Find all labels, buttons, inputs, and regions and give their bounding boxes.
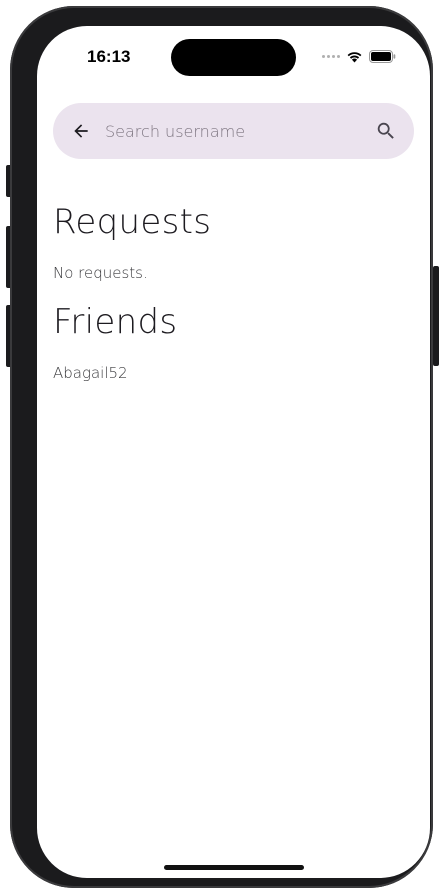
- status-icons: [322, 48, 396, 64]
- signal-dots-icon: [322, 54, 340, 58]
- friend-list-item[interactable]: Abagail52: [53, 364, 128, 382]
- dynamic-island: [171, 39, 296, 76]
- screen: 16:13 Search username Requests No reques…: [37, 26, 430, 878]
- battery-icon: [369, 49, 396, 63]
- requests-heading: Requests: [53, 202, 212, 242]
- search-bar: [53, 103, 414, 159]
- power-button: [433, 266, 439, 366]
- no-requests-text: No requests.: [53, 264, 148, 282]
- device-frame: 16:13 Search username Requests No reques…: [10, 6, 433, 888]
- arrow-back-icon: [74, 124, 88, 138]
- search-input[interactable]: [105, 121, 358, 141]
- search-button[interactable]: [358, 103, 414, 159]
- status-time: 16:13: [87, 47, 131, 66]
- friends-heading: Friends: [53, 302, 178, 342]
- home-indicator[interactable]: [164, 865, 304, 870]
- back-button[interactable]: [53, 103, 109, 159]
- search-icon: [377, 122, 394, 139]
- wifi-icon: [347, 51, 362, 62]
